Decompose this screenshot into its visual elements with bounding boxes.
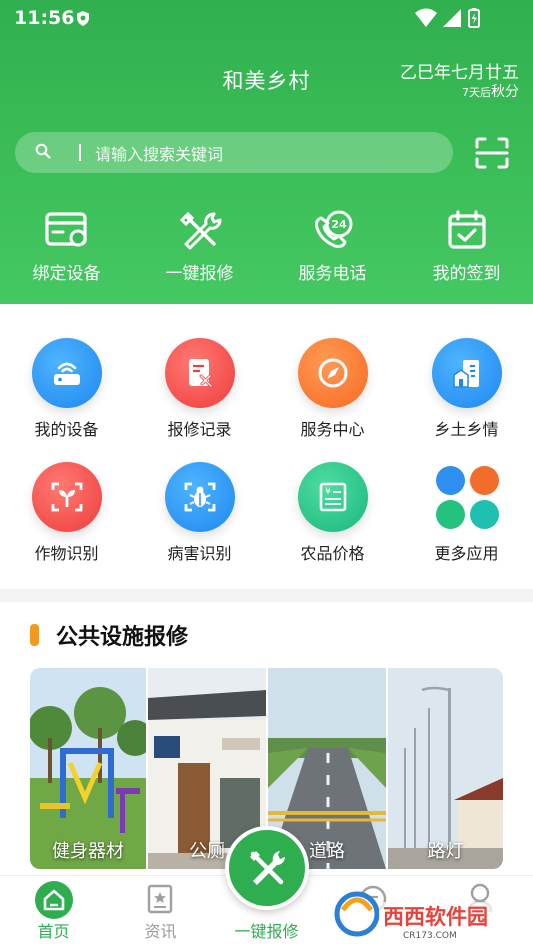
quick-label: 一键报修	[165, 264, 234, 284]
app-label: 服务中心	[300, 420, 365, 439]
app-produce-prices[interactable]: ¥ 农品价格	[266, 462, 399, 582]
nav-label: 一键报修	[234, 922, 299, 941]
compass-icon	[297, 338, 368, 408]
facility-label: 路灯	[427, 841, 464, 862]
header: 11:56 和美乡村 乙巳年七月廿五 7天后秋分 请输入搜索关键词 绑定设备 一…	[0, 0, 533, 304]
app-label: 报修记录	[167, 420, 232, 439]
title-bar: 和美乡村 乙巳年七月廿五 7天后秋分	[0, 50, 533, 110]
shield-icon	[77, 11, 89, 26]
card-link-icon	[44, 212, 87, 247]
solar-term-prefix: 7天后	[462, 86, 491, 99]
app-local-culture[interactable]: 乡土乡情	[400, 338, 533, 458]
app-label: 作物识别	[34, 544, 99, 563]
nav-label: 首页	[37, 922, 70, 941]
nav-home[interactable]: 首页	[0, 876, 107, 948]
search-bar[interactable]: 请输入搜索关键词	[15, 132, 453, 173]
solar-term-name: 秋分	[491, 84, 519, 100]
quick-one-key-repair[interactable]: 一键报修	[133, 205, 266, 295]
price-list-icon: ¥	[297, 462, 368, 532]
section-accent-bar	[30, 624, 39, 646]
scan-icon[interactable]	[475, 137, 509, 169]
facility-street-lamp[interactable]: 路灯	[388, 668, 503, 869]
tools-icon	[250, 851, 285, 885]
calendar-check-icon	[447, 210, 486, 249]
app-service-center[interactable]: 服务中心	[266, 338, 399, 458]
phone-24-icon: 24	[314, 210, 352, 248]
lunar-calendar: 乙巳年七月廿五 7天后秋分	[400, 58, 519, 101]
app-label: 农品价格	[300, 544, 365, 563]
status-time: 11:56	[14, 7, 75, 29]
building-icon	[431, 338, 502, 408]
wifi-icon	[415, 8, 437, 27]
quick-bind-device[interactable]: 绑定设备	[0, 205, 133, 295]
bug-scan-icon	[164, 462, 235, 532]
home-icon	[35, 881, 73, 919]
router-icon	[31, 338, 102, 408]
nav-label: 资讯	[144, 922, 177, 941]
app-label: 更多应用	[434, 544, 499, 563]
quick-label: 服务电话	[298, 264, 367, 284]
watermark-domain: CR173.COM	[403, 931, 457, 940]
app-repair-records[interactable]: 报修记录	[133, 338, 266, 458]
news-icon	[147, 884, 173, 914]
app-my-device[interactable]: 我的设备	[0, 338, 133, 458]
watermark-logo: 西西软件园 CR173.COM	[334, 891, 509, 940]
app-grid: 我的设备 报修记录 服务中心 乡土乡情 作物识别 病害识别 ¥ 农品价格 更多应…	[0, 304, 533, 589]
one-key-repair-fab[interactable]	[225, 826, 309, 910]
quick-service-phone[interactable]: 24 服务电话	[266, 205, 399, 295]
signal-icon	[443, 9, 461, 27]
search-icon	[35, 143, 51, 159]
facility-label: 健身器材	[52, 841, 124, 862]
solar-term: 7天后秋分	[400, 81, 519, 101]
svg-text:¥: ¥	[325, 487, 331, 497]
app-label: 我的设备	[34, 420, 99, 439]
app-crop-recognition[interactable]: 作物识别	[0, 462, 133, 582]
watermark-brand: 西西软件园	[383, 905, 488, 929]
svg-text:24: 24	[331, 218, 347, 231]
status-icons	[415, 8, 480, 28]
section-title: 公共设施报修	[56, 625, 189, 650]
search-input[interactable]: 请输入搜索关键词	[95, 141, 223, 165]
lunar-date: 乙巳年七月廿五	[400, 63, 519, 83]
app-label: 乡土乡情	[434, 420, 499, 439]
more-apps-icon	[432, 462, 502, 532]
facility-fitness-equipment[interactable]: 健身器材	[30, 668, 146, 869]
app-more-apps[interactable]: 更多应用	[400, 462, 533, 582]
tools-icon	[179, 211, 221, 250]
repair-record-icon	[164, 338, 235, 408]
app-label: 病害识别	[167, 544, 232, 563]
app-pest-recognition[interactable]: 病害识别	[133, 462, 266, 582]
quick-actions: 绑定设备 一键报修 24 服务电话 我的签到	[0, 205, 533, 295]
quick-label: 我的签到	[432, 264, 501, 284]
quick-my-checkin[interactable]: 我的签到	[400, 205, 533, 295]
nav-news[interactable]: 资讯	[107, 876, 214, 948]
sprout-scan-icon	[31, 462, 102, 532]
quick-label: 绑定设备	[32, 264, 101, 284]
search-divider	[79, 144, 81, 161]
status-bar: 11:56	[0, 0, 533, 36]
